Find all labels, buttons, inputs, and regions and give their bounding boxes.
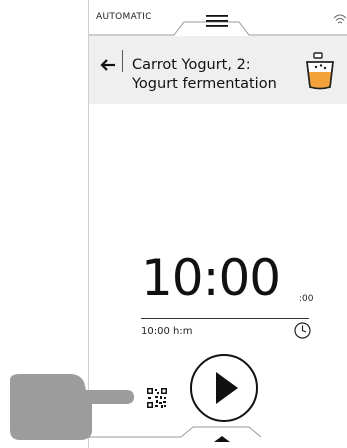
top-status-bar: AUTOMATIC	[89, 0, 347, 36]
header-divider	[122, 50, 123, 72]
timer-display[interactable]: 10:00	[141, 252, 281, 304]
timer-underline	[141, 318, 309, 319]
recipe-header: Carrot Yogurt, 2: Yogurt fermentation	[89, 36, 347, 104]
recipe-title-line1: Carrot Yogurt, 2:	[132, 57, 251, 73]
arrow-left-icon[interactable]	[100, 56, 116, 71]
recipe-title-line2: Yogurt fermentation	[132, 76, 277, 92]
play-button[interactable]	[190, 354, 258, 422]
yogurt-jar-icon	[305, 52, 335, 90]
timer-unit-label: 10:00 h:m	[141, 326, 193, 337]
chevron-up-icon[interactable]	[214, 436, 230, 442]
clock-icon[interactable]	[294, 322, 311, 339]
play-icon	[216, 372, 238, 404]
wifi-icon	[333, 10, 347, 24]
hamburger-menu-icon[interactable]	[206, 12, 228, 27]
pointing-hand-icon	[10, 374, 134, 440]
qr-code-icon[interactable]	[147, 388, 167, 408]
recipe-title: Carrot Yogurt, 2: Yogurt fermentation	[132, 56, 297, 94]
timer-seconds: :00	[299, 294, 314, 304]
mode-label: AUTOMATIC	[96, 12, 152, 22]
